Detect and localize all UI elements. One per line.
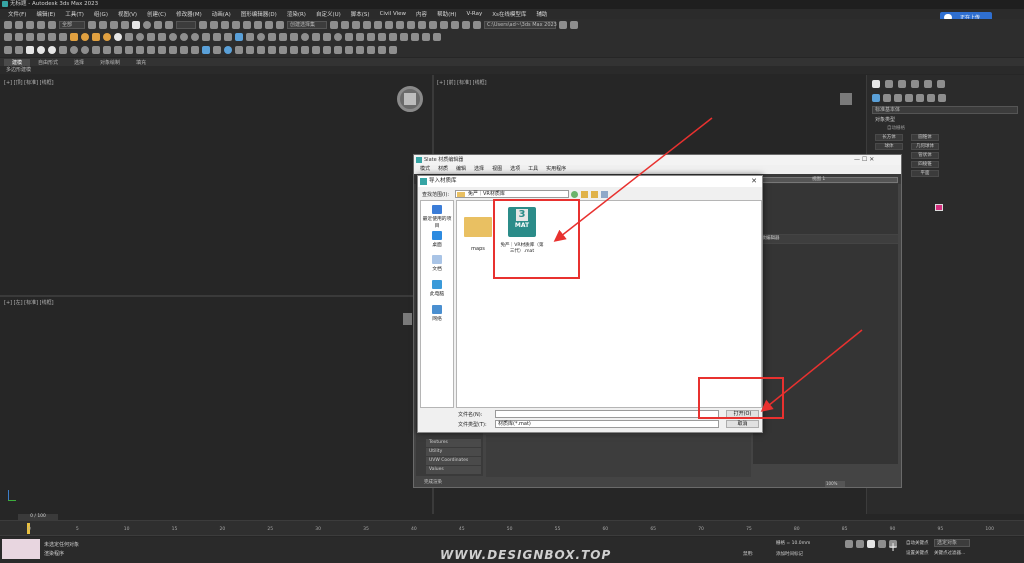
- timeline-tick: 15: [171, 527, 178, 532]
- watermark: WWW.DESIGNBOX.TOP: [440, 548, 612, 562]
- auto-key-button[interactable]: 自动关键点: [906, 540, 929, 546]
- set-key-button[interactable]: 设置关键点: [906, 550, 929, 556]
- timeline[interactable]: 0 5 10 15 20 25 30 35 40 45 50 55 60 65 70 75 80 85 90 95 10…: [0, 520, 1024, 536]
- timeline-tick: 90: [889, 527, 896, 532]
- next-frame-icon[interactable]: [878, 540, 886, 548]
- timeline-tick: 10: [123, 527, 130, 532]
- go-to-start-icon[interactable]: [845, 540, 853, 548]
- timeline-tick: 40: [410, 527, 417, 532]
- add-time-tag[interactable]: 添加时间标记: [776, 551, 803, 557]
- arrow-to-open-button: [760, 329, 863, 412]
- maxscript-listener[interactable]: [2, 539, 40, 559]
- timeline-tick: 20: [219, 527, 226, 532]
- timeline-tick: 35: [363, 527, 369, 532]
- timeline-tick: 50: [506, 527, 513, 532]
- timeline-tick: 0: [28, 527, 31, 532]
- key-filters-button[interactable]: 关键点过滤器...: [934, 550, 965, 556]
- play-icon[interactable]: [867, 540, 875, 548]
- timeline-tick: 25: [267, 527, 274, 532]
- timeline-tick: 85: [841, 527, 848, 532]
- timeline-tick: 95: [937, 527, 944, 532]
- timeline-tick: 60: [602, 527, 609, 532]
- timeline-tick: 30: [315, 527, 321, 532]
- status-selection: 未选定任何对象: [44, 542, 80, 548]
- arrow-to-mat-file: [553, 117, 713, 242]
- timeline-tick: 45: [458, 527, 465, 532]
- timeline-tick: 75: [746, 527, 752, 532]
- annotation-arrows: [553, 117, 863, 412]
- timeline-tick: 70: [698, 527, 704, 532]
- selected-object-dropdown[interactable]: 选定对象: [934, 539, 970, 547]
- grid-readout: 栅格 = 10.0mm: [776, 541, 811, 546]
- status-prompt: 渲染程序: [44, 551, 65, 557]
- timeline-tick: 80: [793, 527, 800, 532]
- set-key-plus-icon[interactable]: +: [888, 541, 900, 553]
- timeline-tick: 5: [75, 527, 79, 532]
- enabled-toggle[interactable]: 禁用:: [743, 551, 754, 557]
- previous-frame-icon[interactable]: [856, 540, 864, 548]
- timeline-tick: 65: [650, 527, 657, 532]
- timeline-tick: 55: [554, 527, 561, 532]
- timeline-tick: 100: [985, 527, 994, 532]
